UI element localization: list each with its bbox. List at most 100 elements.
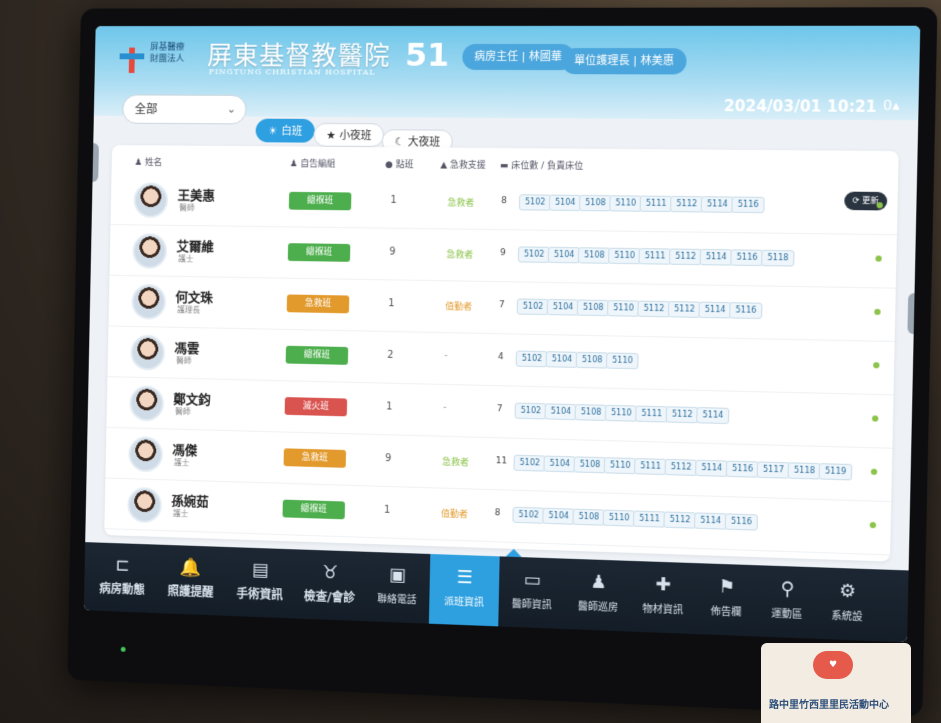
bed-chip[interactable]: 5111 [635, 406, 668, 423]
bed-chip[interactable]: 5102 [512, 507, 545, 524]
bed-chip[interactable]: 5111 [633, 510, 666, 527]
bed-chip[interactable]: 5108 [575, 404, 608, 421]
signal-icon: 0▴ [883, 98, 904, 115]
staff-title: 護士 [174, 457, 189, 468]
nav-item-10[interactable]: ⚲ 運動區 [757, 565, 816, 638]
nav-item-8[interactable]: ✚ 物材資訊 [631, 561, 696, 634]
bed-chip[interactable]: 5104 [546, 351, 579, 368]
bed-chip[interactable]: 5102 [516, 351, 549, 368]
bed-chip[interactable]: 5119 [819, 463, 853, 480]
bed-chip[interactable]: 5102 [515, 403, 548, 420]
bed-chip[interactable]: 5112 [637, 301, 670, 318]
bed-chip[interactable]: 5114 [694, 512, 727, 529]
screen: 屏基醫療 財團法人 屏東基督教醫院 PINGTUNG CHRISTIAN HOS… [84, 26, 920, 643]
staff-title: 護士 [178, 253, 193, 264]
avatar [130, 335, 165, 371]
left-drawer-handle[interactable] [87, 143, 99, 182]
nav-item-11[interactable]: ⚙ 系統設 [815, 567, 879, 641]
bed-chip[interactable]: 5104 [549, 195, 582, 211]
bed-chip[interactable]: 5104 [542, 508, 575, 525]
bed-chip[interactable]: 5116 [725, 513, 759, 530]
beds-count: 1 [386, 401, 392, 412]
bed-chip[interactable]: 5110 [608, 248, 641, 265]
support-role: 值勤者 [441, 507, 468, 521]
bed-chip[interactable]: 5108 [579, 195, 612, 211]
beds-count: 1 [388, 298, 394, 309]
bed-chip[interactable]: 5108 [578, 247, 611, 264]
tab-evening-shift[interactable]: ★ 小夜班 [313, 123, 384, 147]
status-dot-icon [870, 522, 876, 528]
bed-chip[interactable]: 5118 [788, 462, 822, 479]
nav-item-5[interactable]: ☰ 派班資訊 [429, 554, 500, 626]
team-badge: 總褓班 [282, 500, 345, 520]
bed-chip[interactable]: 5102 [518, 246, 551, 263]
bed-chip[interactable]: 5104 [547, 299, 580, 316]
bed-chip[interactable]: 5112 [668, 301, 701, 318]
bed-chip[interactable]: 5116 [726, 461, 760, 478]
bed-chip[interactable]: 5104 [543, 456, 576, 473]
org-label: 屏基醫療 財團法人 [150, 42, 208, 66]
nav-item-9[interactable]: ⚑ 佈告欄 [694, 563, 759, 636]
team-badge: 總褓班 [288, 243, 351, 262]
bed-chip[interactable]: 5112 [663, 511, 696, 528]
bed-chip[interactable]: 5112 [665, 459, 698, 476]
nav-item-0[interactable]: ⊏ 病房動態 [88, 542, 158, 613]
bed-chip[interactable]: 5111 [638, 248, 671, 265]
bed-chip[interactable]: 5110 [605, 405, 638, 422]
bed-chip[interactable]: 5102 [513, 455, 546, 472]
org-line-1: 屏基醫療 [150, 42, 207, 54]
clipboard-icon: ▤ [248, 560, 272, 582]
bed-chip[interactable]: 5108 [576, 352, 609, 369]
group-select[interactable]: 全部 ⌄ [122, 94, 247, 124]
tab-day-shift[interactable]: ☀ 白班 [255, 119, 315, 143]
bed-chip[interactable]: 5112 [666, 406, 699, 423]
nav-item-1[interactable]: 🔔 照護提醒 [156, 545, 226, 616]
bed-chip[interactable]: 5108 [572, 509, 605, 526]
support-role: 急救者 [447, 196, 474, 209]
group-select-value: 全部 [135, 102, 158, 116]
nav-label: 醫師資訊 [499, 594, 565, 611]
bed-chip[interactable]: 5108 [577, 300, 610, 317]
bed-chip[interactable]: 5112 [669, 248, 702, 265]
bed-chip[interactable]: 5104 [545, 403, 578, 420]
bed-chip[interactable]: 5116 [729, 302, 763, 319]
bed-chip[interactable]: 5118 [761, 250, 795, 267]
star-icon: ★ [326, 129, 336, 142]
ward-number: 51 [405, 36, 450, 74]
status-dot-icon [872, 415, 878, 421]
bed-chip[interactable]: 5114 [696, 407, 729, 424]
bed-chip[interactable]: 5114 [695, 460, 728, 477]
bed-chip[interactable]: 5117 [757, 461, 791, 478]
bed-chip[interactable]: 5111 [640, 196, 673, 213]
ward-director-pill: 病房主任 | 林國華 [462, 44, 574, 70]
bed-chip[interactable]: 5110 [607, 300, 640, 317]
staff-title: 醫師 [179, 202, 195, 213]
bed-chip[interactable]: 5111 [634, 458, 667, 475]
bed-chip[interactable]: 5104 [548, 247, 581, 264]
bed-chip[interactable]: 5110 [606, 352, 639, 369]
nav-item-2[interactable]: ▤ 手術資訊 [225, 547, 296, 618]
bed-chip[interactable]: 5108 [574, 456, 607, 473]
nav-item-4[interactable]: ▣ 聯絡電話 [364, 552, 430, 624]
bed-chip[interactable]: 5116 [730, 249, 764, 266]
header-beds: ● 點班 [385, 157, 413, 170]
bed-chip[interactable]: 5102 [519, 194, 552, 210]
nav-item-7[interactable]: ♟ 醫師巡房 [564, 559, 632, 632]
bed-chip[interactable]: 5102 [517, 298, 550, 315]
bed-chip[interactable]: 5110 [609, 195, 642, 212]
bed-chip[interactable]: 5114 [700, 249, 733, 266]
bed-chip[interactable]: 5116 [731, 197, 765, 214]
bed-chip[interactable]: 5110 [604, 457, 637, 474]
staff-name: 馮雲 [174, 338, 199, 357]
bed-chip[interactable]: 5114 [698, 302, 731, 319]
right-drawer-handle[interactable] [907, 293, 920, 334]
gear-icon: ⚙ [835, 580, 860, 603]
nav-item-6[interactable]: ▭ 醫師資訊 [498, 556, 565, 629]
nav-label: 病房動態 [88, 579, 157, 598]
tab-day-shift-label: 白班 [281, 125, 303, 138]
nav-item-3[interactable]: ♉ 檢查/會診 [294, 549, 366, 621]
nav-label: 檢查/會診 [294, 587, 364, 606]
bed-chip[interactable]: 5112 [670, 196, 703, 213]
bed-chip[interactable]: 5114 [701, 196, 734, 213]
bed-chip[interactable]: 5110 [603, 510, 636, 527]
